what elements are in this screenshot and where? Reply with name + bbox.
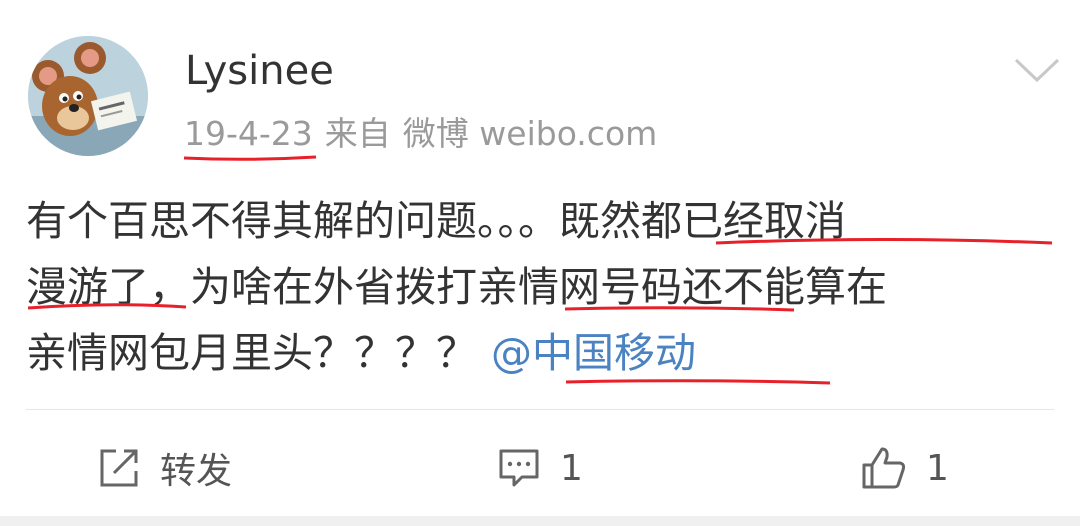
avatar[interactable] [28, 36, 148, 156]
comment-count: 1 [560, 447, 583, 489]
chevron-down-icon[interactable] [1012, 52, 1062, 86]
like-icon [862, 447, 906, 489]
bottom-separator [0, 516, 1080, 526]
post-text-line-2: 漫游了，为啥在外省拨打亲情网号码还不能算在 [26, 263, 887, 311]
post-text-line-3: 亲情网包月里头？？？？ @中国移动 [26, 320, 1066, 386]
repost-label: 转发 [160, 451, 233, 492]
comment-button[interactable]: 1 [496, 440, 583, 496]
underline-date [183, 155, 317, 161]
divider [26, 409, 1054, 410]
source-prefix: 来自 [324, 114, 391, 153]
like-count: 1 [926, 447, 949, 489]
like-button[interactable]: 1 [860, 440, 949, 496]
post-meta: 19-4-23 来自 微博 weibo.com [184, 112, 669, 156]
post-date: 19-4-23 [184, 114, 313, 153]
post-text-line-1: 有个百思不得其解的问题。。。既然都已经取消 [26, 197, 846, 245]
repost-button[interactable]: 转发 [96, 440, 232, 496]
mention-link[interactable]: @中国移动 [491, 329, 696, 377]
post-text-line-3-text: 亲情网包月里头？？？？ [26, 329, 477, 377]
post-content: 有个百思不得其解的问题。。。既然都已经取消 漫游了，为啥在外省拨打亲情网号码还不… [26, 188, 1066, 386]
username[interactable]: Lysinee [185, 46, 334, 96]
comment-icon [499, 449, 539, 487]
repost-icon [100, 449, 138, 487]
post-source[interactable]: 微博 weibo.com [403, 114, 657, 153]
